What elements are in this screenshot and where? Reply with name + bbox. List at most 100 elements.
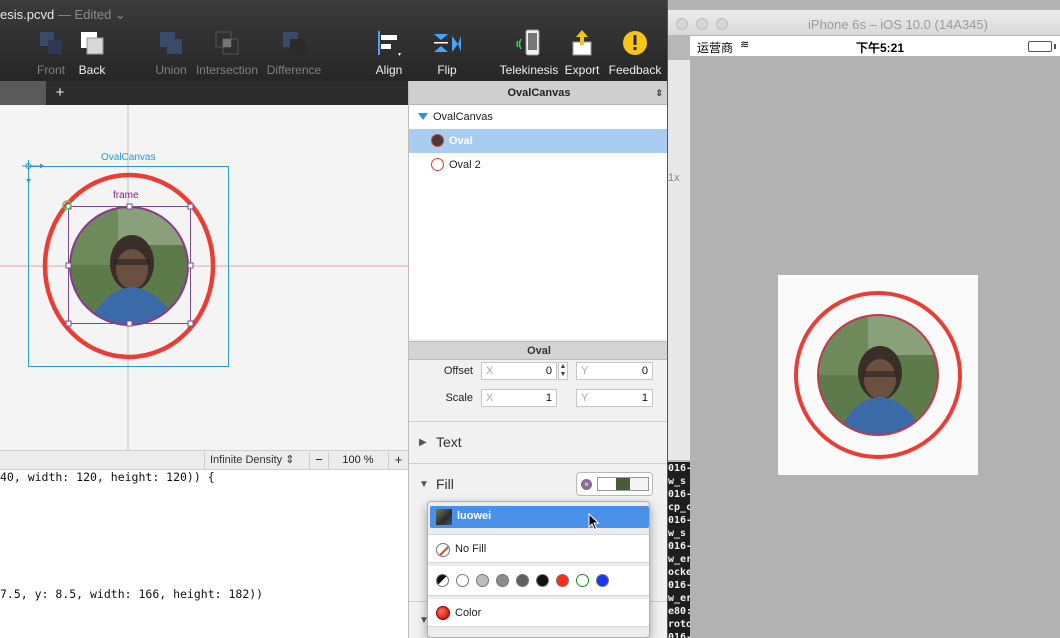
terminal-line: 016- (668, 541, 690, 552)
edited-status[interactable]: — Edited ⌄ (58, 7, 126, 22)
toolbar: esis.pcvd — Edited ⌄ Front Back Union In… (0, 0, 667, 81)
frame-label: frame (113, 190, 139, 201)
union-button[interactable]: Union (150, 28, 192, 78)
density-label: Infinite Density (210, 454, 283, 466)
design-canvas[interactable]: OvalCanvas frame (0, 105, 408, 450)
difference-icon (283, 32, 305, 54)
offset-y-field[interactable]: Y 0 (576, 362, 653, 380)
disclosure-right-icon: ▶ (419, 437, 427, 448)
field-prefix: X (486, 392, 494, 404)
code-view[interactable]: 40, width: 120, height: 120)) { 7.5, y: … (0, 470, 408, 638)
field-value: 0 (641, 365, 648, 377)
swatch-red[interactable] (556, 574, 569, 587)
terminal-line: w_s (668, 476, 687, 487)
clear-fill-icon[interactable]: × (581, 479, 592, 490)
close-button[interactable] (676, 18, 688, 30)
terminal-line: e80: (668, 606, 690, 617)
back-button[interactable]: Back (72, 28, 112, 78)
simulator-title: iPhone 6s – iOS 10.0 (14A345) (808, 17, 988, 32)
telekinesis-button[interactable]: Telekinesis (498, 28, 560, 78)
terminal-line: w_er (668, 593, 690, 604)
swatch-green-outline[interactable] (576, 574, 589, 587)
swatch-white[interactable] (456, 574, 469, 587)
front-button[interactable]: Front (30, 28, 72, 78)
scale-label: Scale (445, 392, 473, 404)
offset-x-field[interactable]: X 0 (481, 362, 557, 380)
scale-x-field[interactable]: X 1 (481, 389, 557, 407)
disclosure-triangle-icon[interactable] (418, 113, 428, 120)
telekinesis-icon (516, 29, 540, 56)
document-title: esis.pcvd — Edited ⌄ (0, 7, 126, 23)
layer-item-ovalcanvas[interactable]: OvalCanvas (409, 105, 667, 129)
intersection-icon (215, 31, 239, 55)
black-white-swatch[interactable] (436, 574, 449, 587)
swatch-light-gray[interactable] (476, 574, 489, 587)
scale-y-field[interactable]: Y 1 (576, 389, 653, 407)
field-value: 1 (641, 392, 648, 404)
text-section-toggle[interactable]: ▶ Text (409, 423, 667, 463)
tab-bar: + (0, 81, 408, 105)
document-name: esis.pcvd (0, 7, 55, 22)
density-selector[interactable]: Infinite Density ⇕ (204, 452, 308, 469)
flip-button[interactable]: Flip (420, 28, 474, 78)
export-icon (572, 30, 592, 56)
offset-label: Offset (443, 365, 473, 377)
offset-x-stepper[interactable]: ▲ ▼ (558, 362, 568, 380)
ios-screen (690, 56, 1060, 638)
swatch-black[interactable] (536, 574, 549, 587)
difference-button[interactable]: Difference (264, 28, 324, 78)
color-swatch-row (428, 566, 649, 596)
zoom-level[interactable]: 100 % (330, 452, 386, 469)
union-label: Union (155, 63, 187, 77)
align-button[interactable]: Align (372, 28, 406, 78)
tab-document[interactable] (0, 81, 46, 105)
field-prefix: Y (581, 392, 589, 404)
zoom-out-button[interactable]: − (309, 452, 329, 469)
oval-preview-drawing (794, 291, 962, 459)
front-icon (40, 32, 62, 54)
oval-icon (431, 134, 444, 147)
layer-item-oval[interactable]: Oval (409, 129, 667, 153)
no-fill-icon (436, 543, 450, 557)
updown-arrows-icon: ⇕ (655, 88, 663, 98)
oval-icon (431, 158, 444, 171)
back-label: Back (78, 63, 106, 77)
divider (409, 463, 667, 464)
divider (409, 421, 667, 422)
layer-name: OvalCanvas (433, 111, 493, 123)
inspector-header[interactable]: OvalCanvas ⇕ (409, 81, 667, 105)
feedback-button[interactable]: Feedback (606, 28, 664, 78)
color-ball-icon (436, 606, 450, 620)
canvas-status-bar: Infinite Density ⇕ − 100 % + (0, 450, 408, 470)
swatch-gray[interactable] (496, 574, 509, 587)
layer-item-oval-2[interactable]: Oval 2 (409, 153, 667, 177)
menu-item-label: No Fill (455, 543, 487, 555)
inspector-title: OvalCanvas (507, 87, 571, 99)
updown-arrows-icon: ⇕ (285, 454, 295, 466)
add-tab-button[interactable]: + (48, 81, 72, 105)
intersection-button[interactable]: Intersection (195, 28, 259, 78)
export-label: Export (564, 63, 600, 77)
export-button[interactable]: Export (562, 28, 602, 78)
fill-image-well[interactable]: × (576, 472, 653, 496)
scale-hint: 1x (668, 172, 680, 184)
swatch-blue[interactable] (596, 574, 609, 587)
zoom-button[interactable] (716, 18, 728, 30)
text-section-label: Text (436, 434, 462, 450)
field-value: 1 (545, 392, 552, 404)
terminal-line: ocke (668, 567, 690, 578)
flip-icon (434, 34, 461, 52)
swatch-dark-gray[interactable] (516, 574, 529, 587)
align-icon (378, 31, 401, 56)
menu-item-color[interactable]: Color (428, 599, 649, 627)
minimize-button[interactable] (696, 18, 708, 30)
layer-name: Oval 2 (449, 159, 481, 171)
clock-label: 下午5:21 (856, 41, 905, 55)
canvas-origin-handle[interactable] (22, 160, 44, 183)
exclamation-icon (623, 31, 647, 55)
telekinesis-label: Telekinesis (499, 63, 559, 77)
zoom-in-button[interactable]: + (388, 452, 408, 469)
layer-name: Oval (449, 135, 473, 147)
menu-item-luowei[interactable]: luowei (430, 506, 649, 528)
menu-item-no-fill[interactable]: No Fill (428, 534, 649, 563)
